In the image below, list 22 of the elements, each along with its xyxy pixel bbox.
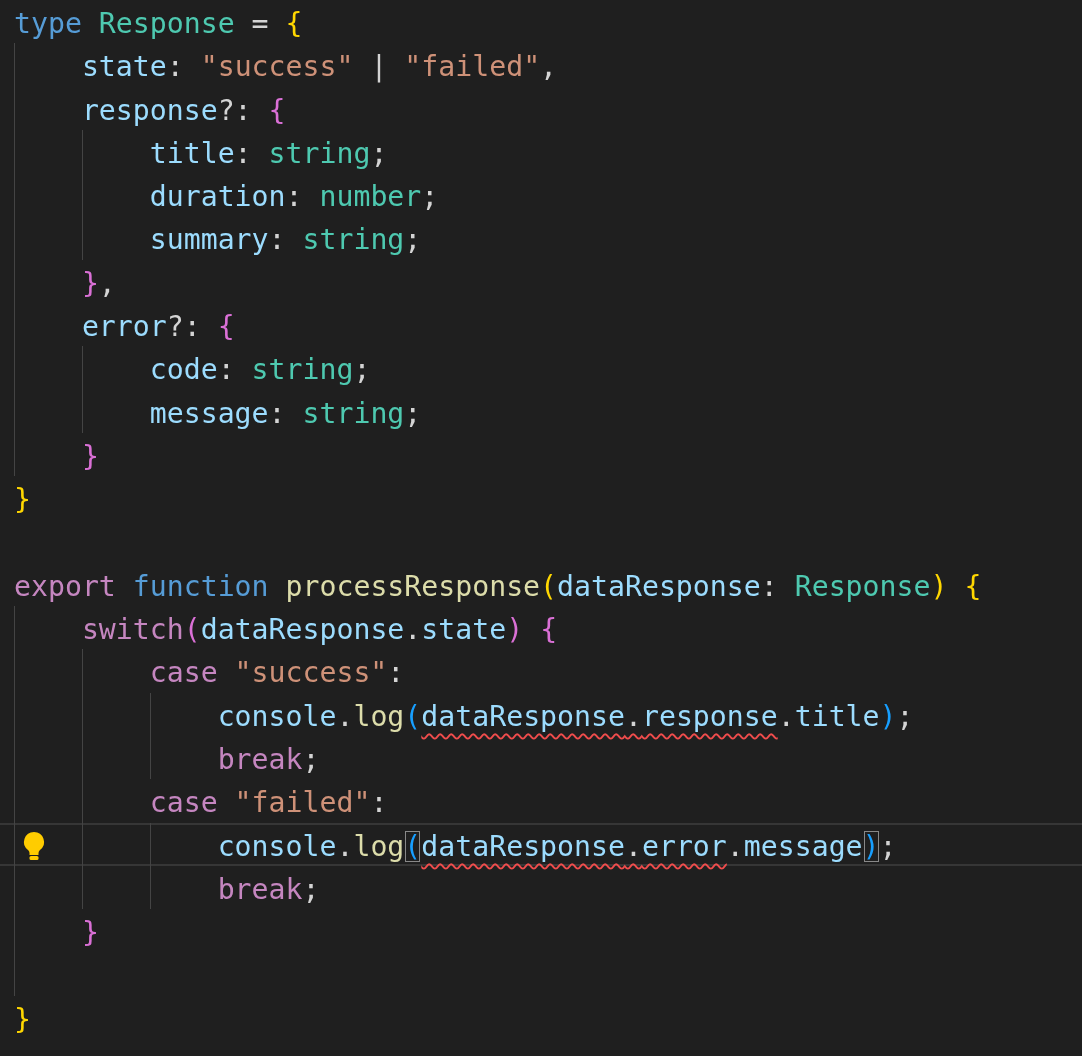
- code-line: break;: [217, 743, 320, 777]
- code-line: export function processResponse(dataResponse: Response) {: [14, 569, 982, 603]
- code-line: title: string;: [149, 136, 388, 170]
- code-line: }: [81, 916, 99, 950]
- code-line: },: [81, 266, 116, 300]
- code-line: type Response = {: [14, 7, 303, 40]
- code-line: message: string;: [149, 396, 422, 430]
- code-line: summary: string;: [149, 223, 422, 257]
- code-line: switch(dataResponse.state) {: [81, 613, 558, 647]
- code-line: code: string;: [149, 353, 371, 387]
- code-line: }: [81, 439, 99, 473]
- code-line: error?: {: [81, 310, 235, 344]
- code-line: state: "success" | "failed",: [81, 50, 558, 84]
- code-line: }: [14, 483, 31, 517]
- code-line: }: [14, 1002, 31, 1036]
- code-line: console.log(dataResponse.error.message);: [217, 829, 897, 863]
- code-line: response?: {: [81, 93, 286, 127]
- code-line: console.log(dataResponse.response.title);: [217, 699, 914, 733]
- code-line: case "success":: [149, 656, 405, 690]
- code-line: duration: number;: [149, 180, 439, 214]
- code-line: case "failed":: [149, 786, 388, 820]
- code-line: break;: [217, 872, 320, 906]
